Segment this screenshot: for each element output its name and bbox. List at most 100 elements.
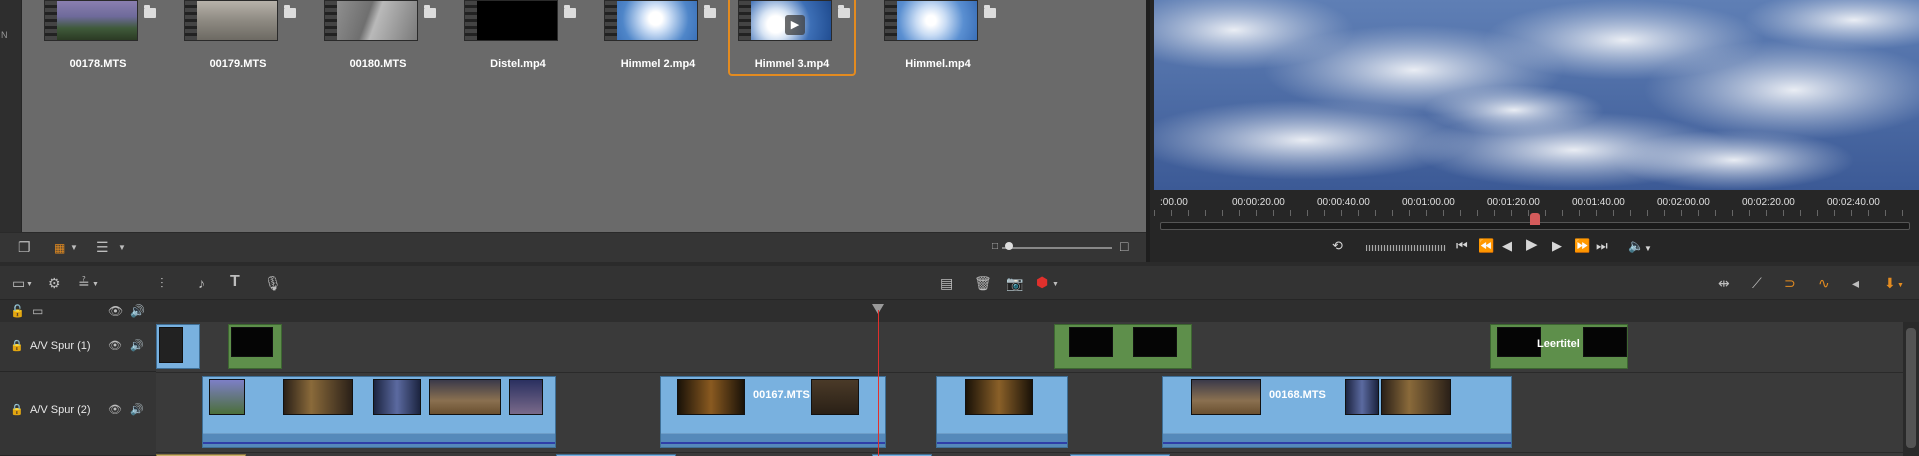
asset-tile[interactable]: Distel.mp4 (454, 0, 582, 76)
scrubber-handle[interactable] (1530, 213, 1540, 225)
gear-icon[interactable]: ⚙ (48, 275, 61, 291)
asset-tile[interactable]: Himmel 2.mp4 (594, 0, 722, 76)
asset-tile-selected[interactable]: ▶ Himmel 3.mp4 (728, 0, 856, 76)
next-frame-icon[interactable]: ⏩ (1574, 238, 1590, 254)
lock-icon[interactable]: 🔓 (10, 303, 25, 319)
audio-mixer-icon[interactable]: ⫶ (160, 275, 164, 291)
chevron-down-icon[interactable]: ▼ (1052, 277, 1059, 293)
chevron-down-icon[interactable]: ▼ (70, 240, 78, 256)
marker-icon[interactable]: ⬢ (1036, 274, 1048, 290)
magnet-icon[interactable]: ⊃ (1784, 275, 1796, 291)
lock-icon[interactable]: 🔒 (10, 402, 24, 418)
film-strip-icon (465, 1, 477, 40)
timeline-clip[interactable] (202, 376, 556, 448)
asset-thumbnail (464, 0, 558, 41)
chevron-down-icon[interactable]: ▼ (1644, 241, 1652, 257)
previous-frame-icon[interactable]: ⏪ (1478, 238, 1494, 254)
play-icon[interactable]: ▶ (1526, 237, 1538, 253)
volume-level-icon[interactable]: ≟ (78, 275, 90, 291)
clip-frame (677, 379, 745, 415)
title-icon[interactable]: T (230, 274, 240, 290)
title-clip[interactable]: Leertitel (1490, 324, 1628, 369)
chevron-down-icon[interactable]: ▼ (26, 277, 33, 293)
film-strip-icon (325, 1, 337, 40)
asset-tile[interactable]: Himmel.mp4 (874, 0, 1002, 76)
thumbnail-size-slider[interactable] (1002, 247, 1112, 249)
film-strip-icon (885, 1, 897, 40)
go-to-start-icon[interactable]: ⏮ (1456, 238, 1468, 254)
timeline-clip[interactable] (936, 376, 1068, 448)
film-strip-icon (45, 1, 57, 40)
eye-icon[interactable]: 👁 (108, 303, 123, 319)
eye-icon[interactable]: 👁 (108, 402, 122, 418)
preview-image (1154, 0, 1919, 190)
asset-label: 00179.MTS (209, 58, 267, 70)
folder-icon (424, 5, 436, 18)
track-separator (156, 452, 1903, 453)
clip-frame (1381, 379, 1451, 415)
ruler-label: 00:01:20.00 (1487, 197, 1540, 208)
clip-frame (1345, 379, 1379, 415)
slider-handle[interactable] (1005, 242, 1013, 250)
track-header[interactable]: 🔒 A/V Spur (2) 👁 🔊 (0, 372, 156, 456)
track-header[interactable]: 🔒 A/V Spur (1) 👁 🔊 (0, 322, 156, 372)
razor-icon[interactable]: ▤ (940, 275, 953, 291)
transport-controls: ⟲ ⏮ ⏪ ◀ ▶ ▶ ⏩ ⏭ 🔈 ▼ (1154, 232, 1919, 262)
speaker-icon[interactable]: 🔊 (130, 338, 144, 354)
chevron-down-icon[interactable]: ▼ (1897, 278, 1904, 294)
title-clip[interactable] (228, 324, 282, 369)
timeline-clip[interactable]: 00167.MTS (660, 376, 886, 448)
ruler-label: 00:02:20.00 (1742, 197, 1795, 208)
microphone-icon[interactable]: 🎙 (264, 275, 282, 291)
asset-label: Himmel.mp4 (905, 58, 971, 70)
asset-tile[interactable]: 00179.MTS (174, 0, 302, 76)
chevron-down-icon[interactable]: ▼ (118, 240, 126, 256)
title-clip[interactable] (1054, 324, 1192, 369)
copy-icon[interactable]: ❐ (18, 239, 31, 255)
clip-frame (429, 379, 501, 415)
track-options-icon[interactable]: ▭ (32, 303, 43, 319)
clip-label: 00167.MTS (753, 389, 810, 401)
layout-icon[interactable]: ▭ (12, 275, 25, 291)
go-to-end-icon[interactable]: ⏭ (1596, 238, 1608, 254)
audio-scrub-icon[interactable]: ∿ (1818, 275, 1830, 291)
library-side-tab[interactable]: N (0, 0, 22, 232)
speaker-icon[interactable]: 🔊 (130, 303, 145, 319)
loop-icon[interactable]: ⟲ (1332, 238, 1343, 254)
ripple-icon[interactable]: ⇹ (1718, 275, 1730, 291)
grid-view-icon[interactable]: ▦ (54, 240, 65, 256)
clip-frame (1583, 327, 1627, 357)
step-forward-icon[interactable]: ▶ (1552, 238, 1562, 254)
clip-frame (1191, 379, 1261, 415)
asset-tile[interactable]: 00178.MTS (34, 0, 162, 76)
eye-icon[interactable]: 👁 (108, 338, 122, 354)
timeline-scrollbar[interactable] (1903, 322, 1919, 456)
clip-volume-line (203, 442, 555, 444)
trash-icon[interactable]: 🗑 (974, 275, 992, 291)
track-area[interactable]: Leertitel 00167.MTS 00168.MTS (156, 322, 1903, 456)
list-view-icon[interactable]: ☰ (96, 239, 109, 255)
music-icon[interactable]: ♪ (198, 275, 205, 291)
asset-thumbnail (44, 0, 138, 41)
shuttle-control[interactable] (1366, 245, 1446, 251)
edit-mode-icon[interactable]: ⟋ (1752, 275, 1762, 291)
insert-mode-icon[interactable]: ⬇ (1884, 275, 1896, 291)
asset-label: 00178.MTS (69, 58, 127, 70)
dynamic-length-icon[interactable]: ◂ (1852, 275, 1859, 291)
snapshot-icon[interactable]: 📷 (1006, 275, 1023, 291)
timeline-clip[interactable]: 00168.MTS (1162, 376, 1512, 448)
speaker-icon[interactable]: 🔊 (130, 402, 144, 418)
library-footer-bar: ❐ ▦ ▼ ☰ ▼ □ □ (0, 232, 1146, 262)
chevron-down-icon[interactable]: ▼ (92, 277, 99, 293)
clip-volume-line (937, 442, 1067, 444)
playhead[interactable] (878, 310, 879, 456)
play-icon[interactable]: ▶ (785, 15, 805, 35)
asset-tile[interactable]: 00180.MTS (314, 0, 442, 76)
timeline-clip[interactable] (156, 324, 200, 369)
lock-icon[interactable]: 🔒 (10, 338, 24, 354)
step-back-icon[interactable]: ◀ (1502, 238, 1512, 254)
timeline-toolbar: ▭ ▼ ⚙ ≟ ▼ ⫶ ♪ T 🎙 ▤ 🗑 📷 ⬢ ▼ ⇹ ⟋ ⊃ ∿ ◂ ⬇ … (0, 266, 1919, 300)
scrollbar-thumb[interactable] (1906, 328, 1916, 448)
asset-thumbnail (184, 0, 278, 41)
volume-icon[interactable]: 🔈 (1628, 238, 1644, 254)
